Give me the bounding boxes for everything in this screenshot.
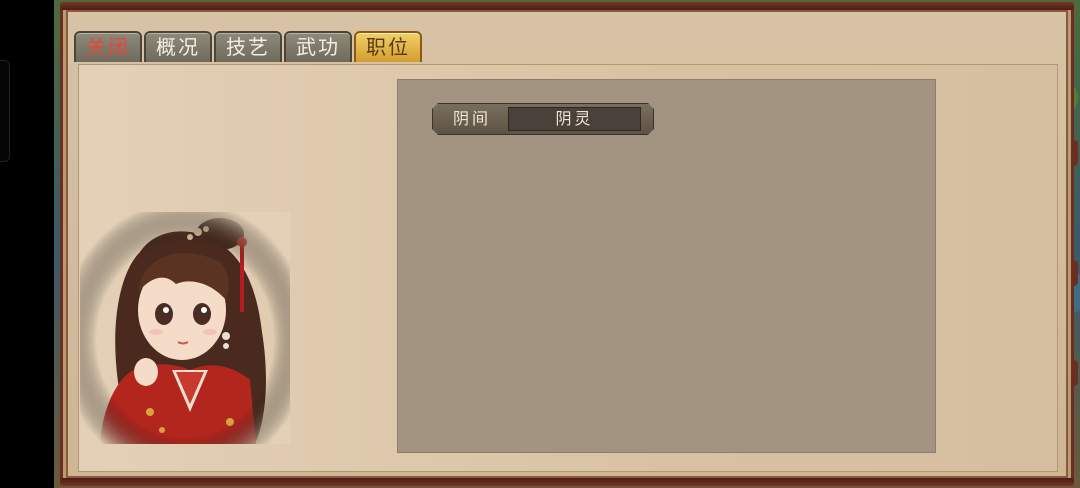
tab-martial-arts[interactable]: 武功 — [284, 31, 352, 62]
character-portrait — [80, 212, 290, 444]
tab-overview[interactable]: 概况 — [144, 31, 212, 62]
device-notch — [0, 60, 10, 162]
frame-top-border — [60, 2, 1074, 10]
left-screen-edge — [0, 0, 54, 488]
tab-position[interactable]: 职位 — [354, 31, 422, 62]
position-panel — [397, 79, 936, 453]
position-realm-label: 阴间 — [452, 109, 491, 128]
tab-bar: 关闭 概况 技艺 武功 职位 — [74, 31, 422, 63]
frame-bottom-border — [60, 478, 1074, 486]
position-title-value: 阴灵 — [508, 107, 641, 131]
tab-skills[interactable]: 技艺 — [214, 31, 282, 62]
close-tab-button[interactable]: 关闭 — [74, 31, 142, 62]
